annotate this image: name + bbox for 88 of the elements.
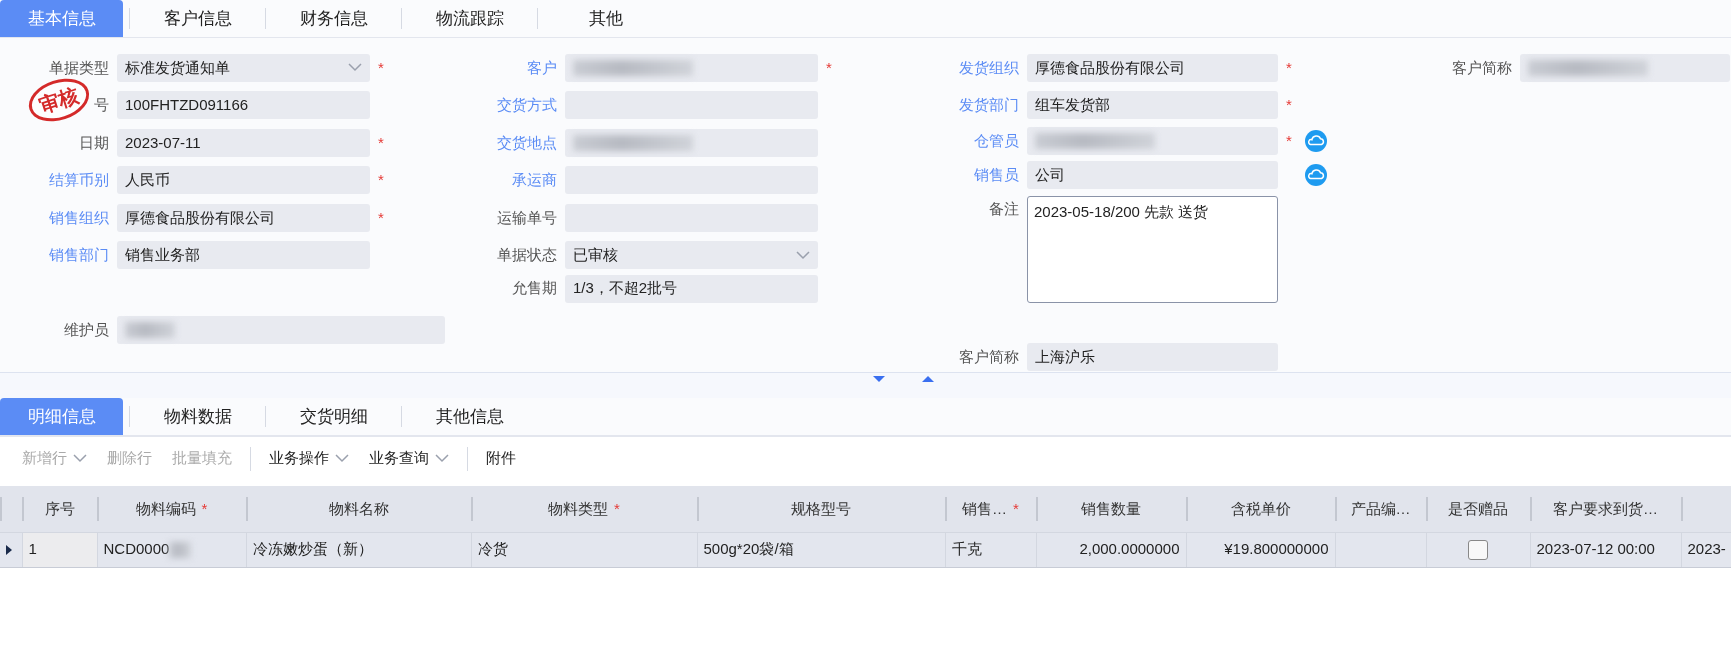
chevron-down-icon bbox=[348, 63, 362, 73]
required-mark: * bbox=[377, 132, 385, 153]
checkbox[interactable] bbox=[1468, 540, 1488, 561]
required-mark: * bbox=[377, 207, 385, 228]
input-field[interactable]: 上海沪乐 bbox=[1027, 343, 1278, 371]
field-label: 维护员 bbox=[64, 320, 109, 338]
column-header: 销售… * bbox=[945, 486, 1036, 532]
input-field[interactable] bbox=[565, 53, 818, 82]
toolbar-button[interactable]: 附件 bbox=[476, 447, 526, 470]
tab[interactable]: 财务信息 bbox=[272, 0, 395, 37]
dropdown-button[interactable]: 业务查询 bbox=[359, 447, 459, 470]
dropdown-button[interactable]: 业务操作 bbox=[259, 447, 359, 470]
tab[interactable]: 其他信息 bbox=[408, 398, 531, 435]
input-field[interactable]: 人民币 bbox=[117, 166, 370, 195]
input-field[interactable]: 100FHTZD091166 bbox=[117, 91, 370, 120]
chevron-down-icon bbox=[335, 454, 349, 463]
input-field[interactable]: 销售业务部 bbox=[117, 241, 370, 270]
field-label: 允售期 bbox=[512, 279, 557, 297]
field-label: 销售员 bbox=[974, 165, 1019, 183]
field-label: 客户 bbox=[527, 58, 557, 76]
required-mark: * bbox=[1285, 130, 1293, 151]
column-header: 产品编… bbox=[1335, 486, 1426, 532]
input-field[interactable]: 公司 bbox=[1027, 161, 1278, 189]
input-field[interactable]: 厚德食品股份有限公司 bbox=[1027, 53, 1278, 82]
column-header: 物料编码 * bbox=[97, 486, 246, 532]
field-label: 发货部门 bbox=[959, 96, 1019, 113]
tab[interactable]: 交货明细 bbox=[272, 398, 395, 435]
field-label: 销售组织 bbox=[49, 208, 109, 226]
column-header: 是否赠品 bbox=[1426, 486, 1530, 532]
required-mark: * bbox=[1285, 95, 1293, 115]
required-mark: * bbox=[1285, 57, 1293, 78]
column-header: 客户要求到货… bbox=[1530, 486, 1681, 532]
field-label: 客户简称 bbox=[959, 347, 1019, 365]
select-field[interactable]: 标准发货通知单 bbox=[117, 53, 370, 82]
table-cell: 冷货 bbox=[471, 532, 697, 567]
field-label: 交货方式 bbox=[497, 96, 557, 113]
input-field[interactable]: 组车发货部 bbox=[1027, 91, 1278, 120]
input-field[interactable]: 厚德食品股份有限公司 bbox=[117, 203, 370, 232]
table-cell: 千克 bbox=[945, 532, 1036, 567]
tab[interactable]: 物料数据 bbox=[136, 398, 259, 435]
input-field[interactable]: 1/3，不超2批号 bbox=[565, 274, 818, 303]
input-field[interactable]: 2023-07-11 bbox=[117, 128, 370, 157]
table-cell: 2023- bbox=[1681, 532, 1731, 567]
tab[interactable]: 其他 bbox=[544, 0, 667, 37]
cloud-icon[interactable] bbox=[1304, 129, 1328, 153]
column-header: 物料类型 * bbox=[471, 486, 697, 532]
table-cell: 500g*20袋/箱 bbox=[697, 532, 945, 567]
table-cell: 冷冻嫩炒蛋（新） bbox=[246, 532, 471, 567]
field-label: 运输单号 bbox=[497, 208, 557, 226]
tab[interactable]: 客户信息 bbox=[136, 0, 259, 37]
field-label: 日期 bbox=[79, 133, 109, 151]
table-cell: ¥19.800000000 bbox=[1186, 532, 1335, 567]
table-cell: 2023-07-12 00:00 bbox=[1530, 532, 1681, 567]
column-header: 物料名称 bbox=[246, 486, 471, 532]
column-header: 序号 bbox=[22, 486, 97, 532]
table-cell: 1 bbox=[22, 532, 97, 567]
input-field[interactable] bbox=[565, 128, 818, 157]
field-label: 号 bbox=[94, 96, 109, 113]
field-label: 承运商 bbox=[512, 171, 557, 188]
column-header: 规格型号 bbox=[697, 486, 945, 532]
cloud-icon[interactable] bbox=[1304, 163, 1328, 187]
field-label: 结算币别 bbox=[49, 171, 109, 188]
input-field[interactable] bbox=[117, 315, 445, 344]
column-header: 含税单价 bbox=[1186, 486, 1335, 532]
required-mark: * bbox=[201, 499, 208, 517]
field-label: 单据状态 bbox=[497, 246, 557, 263]
required-mark: * bbox=[377, 57, 385, 78]
field-label: 备注 bbox=[989, 200, 1019, 217]
table-cell: NCD0000 bbox=[97, 532, 246, 567]
field-label: 销售部门 bbox=[49, 246, 109, 263]
required-mark: * bbox=[1013, 499, 1019, 517]
chevron-down-icon bbox=[73, 454, 87, 463]
column-header: 销售数量 bbox=[1036, 486, 1186, 532]
input-field[interactable] bbox=[1027, 127, 1278, 155]
field-label: 交货地点 bbox=[497, 133, 557, 151]
select-field[interactable]: 已审核 bbox=[565, 241, 818, 270]
chevron-down-icon bbox=[796, 250, 810, 260]
field-label: 客户简称 bbox=[1452, 58, 1512, 76]
field-label: 仓管员 bbox=[974, 131, 1019, 149]
remarks-field[interactable]: 2023-05-18/200 先款 送货 bbox=[1027, 196, 1278, 303]
field-label: 发货组织 bbox=[959, 58, 1019, 76]
required-mark: * bbox=[825, 57, 833, 78]
table-cell: 2,000.0000000 bbox=[1036, 532, 1186, 567]
input-field[interactable] bbox=[1520, 53, 1730, 82]
required-mark: * bbox=[377, 170, 385, 190]
tab[interactable]: 物流跟踪 bbox=[408, 0, 531, 37]
chevron-down-icon bbox=[435, 454, 449, 463]
required-mark: * bbox=[614, 499, 620, 517]
